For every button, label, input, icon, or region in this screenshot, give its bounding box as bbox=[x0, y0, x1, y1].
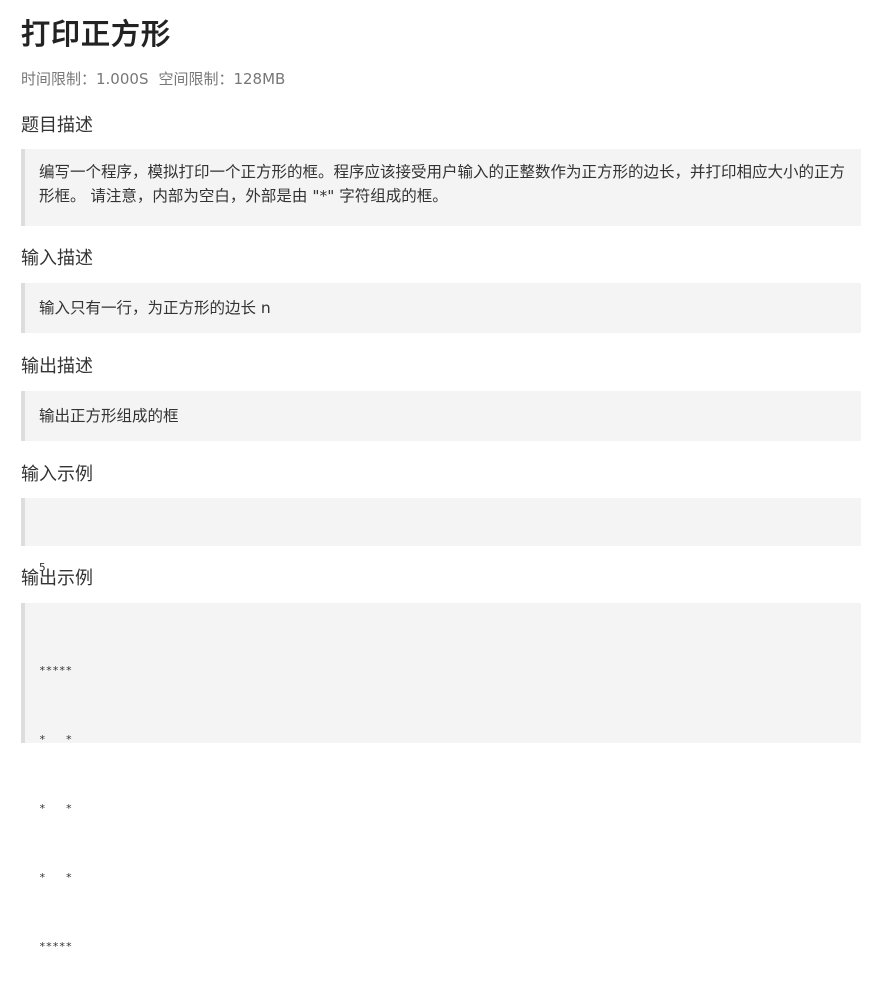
sample-output-line: ***** bbox=[39, 664, 73, 677]
description-box: 编写一个程序，模拟打印一个正方形的框。程序应该接受用户输入的正整数作为正方形的边… bbox=[21, 149, 861, 226]
space-limit: 空间限制：128MB bbox=[158, 70, 286, 88]
output-heading: 输出描述 bbox=[21, 356, 93, 377]
time-limit: 时间限制：1.000S bbox=[21, 70, 149, 88]
sample-input-heading: 输入示例 bbox=[21, 464, 93, 485]
sample-output-line: * * bbox=[39, 871, 73, 884]
sample-output-heading: 输出示例 bbox=[21, 568, 93, 589]
output-box: 输出正方形组成的框 bbox=[21, 391, 861, 441]
sample-output-box: ***** * * * * * * ***** bbox=[21, 603, 861, 953]
input-heading: 输入描述 bbox=[21, 248, 93, 269]
page-title: 打印正方形 bbox=[21, 17, 172, 51]
sample-output-code: ***** * * * * * * ***** bbox=[25, 603, 861, 1004]
limits-line: 时间限制：1.000S 空间限制：128MB bbox=[21, 68, 295, 90]
description-heading: 题目描述 bbox=[21, 115, 93, 136]
sample-output-line: ***** bbox=[39, 940, 73, 953]
sample-output-line: * * bbox=[39, 733, 73, 746]
problem-page: 打印正方形 时间限制：1.000S 空间限制：128MB 题目描述 编写一个程序，… bbox=[0, 0, 891, 953]
sample-input-line: 5 bbox=[39, 561, 46, 574]
output-text: 输出正方形组成的框 bbox=[39, 407, 179, 425]
description-text: 编写一个程序，模拟打印一个正方形的框。程序应该接受用户输入的正整数作为正方形的边… bbox=[39, 163, 846, 205]
input-text: 输入只有一行，为正方形的边长 n bbox=[39, 299, 271, 317]
sample-input-box: 5 bbox=[21, 498, 861, 574]
input-box: 输入只有一行，为正方形的边长 n bbox=[21, 283, 861, 333]
sample-output-line: * * bbox=[39, 802, 73, 815]
